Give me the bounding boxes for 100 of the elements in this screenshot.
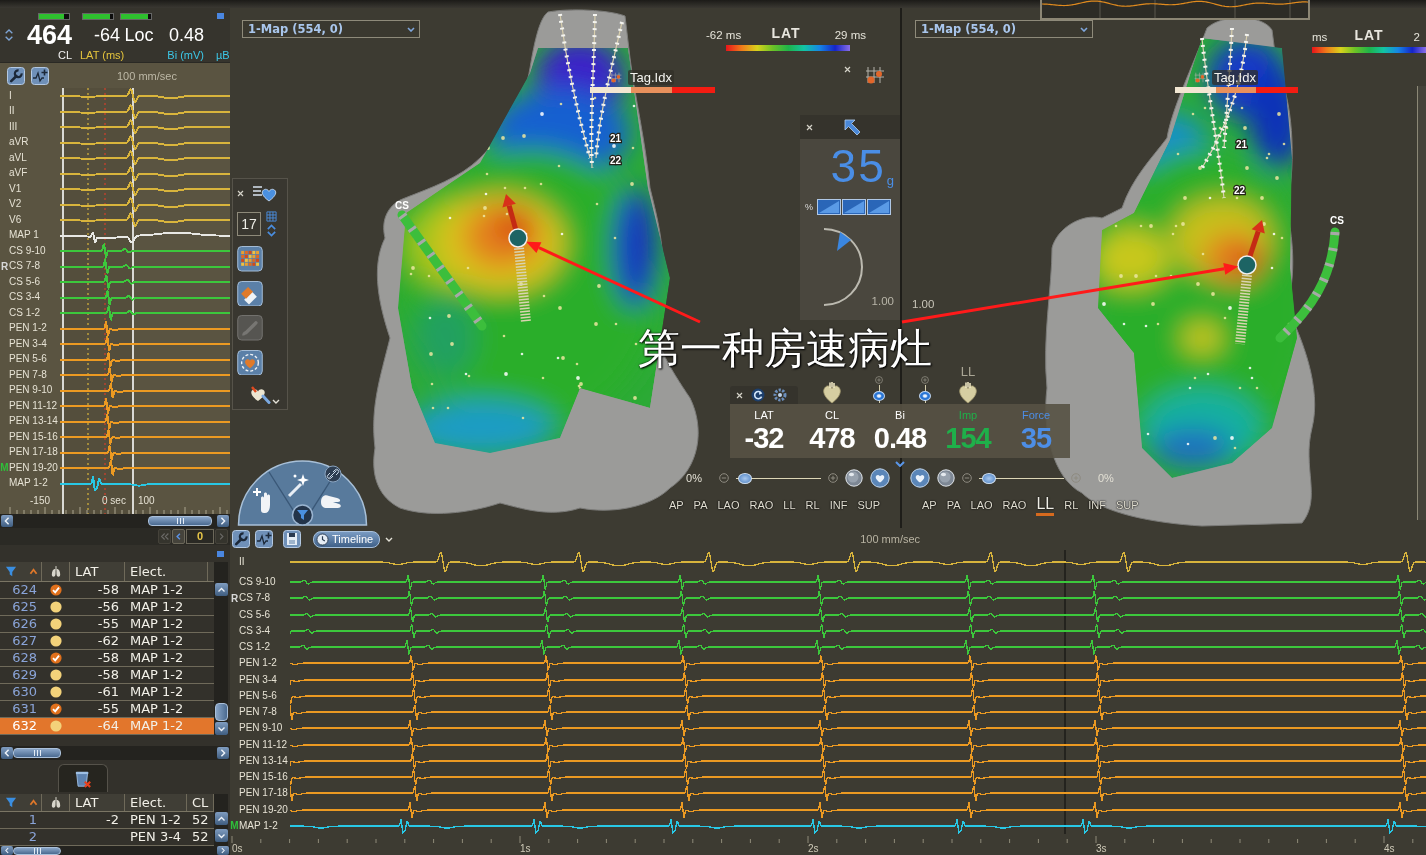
heart-target-icon[interactable] [237, 349, 263, 375]
pager-button[interactable] [172, 529, 185, 544]
scroll-right-button[interactable] [217, 846, 229, 855]
grid-icon[interactable] [266, 211, 277, 222]
slider-thumb[interactable] [873, 391, 885, 402]
scrollbar-thumb[interactable] [13, 748, 61, 758]
scroll-down-button[interactable] [215, 829, 228, 842]
scroll-up-button[interactable] [215, 583, 228, 596]
link-icon[interactable] [324, 465, 342, 483]
delete-button[interactable] [58, 764, 108, 792]
spinner-icon[interactable] [4, 27, 14, 43]
depth-slider[interactable] [919, 385, 931, 403]
page-field[interactable]: 0 [186, 529, 214, 544]
zoom-out-icon[interactable] [719, 473, 729, 483]
sort-icon[interactable] [29, 568, 38, 575]
square-icon[interactable] [217, 550, 224, 557]
column-header[interactable]: LAT [70, 562, 125, 581]
close-icon[interactable] [736, 391, 743, 399]
expand-caret-icon[interactable] [895, 461, 905, 467]
view-button[interactable]: LL [783, 499, 796, 516]
scrollbar-thumb[interactable] [13, 846, 61, 855]
channel-label: CS 5-6 [9, 275, 41, 288]
column-header[interactable]: LAT [70, 794, 125, 811]
heart-circle-icon[interactable] [870, 468, 890, 488]
gear-icon[interactable] [773, 388, 787, 402]
slider-thumb[interactable] [982, 472, 997, 484]
table-row[interactable]: 1 -2 PEN 1-2 52 [0, 812, 214, 829]
column-header[interactable]: Elect. [125, 794, 187, 811]
view-button[interactable]: RL [1064, 499, 1079, 516]
view-button[interactable]: INF [829, 499, 848, 516]
hand-icon[interactable] [321, 495, 341, 508]
scroll-left-button[interactable] [1, 515, 13, 527]
depth-slider[interactable] [873, 385, 885, 403]
save-icon[interactable] [283, 530, 301, 548]
add-signal-icon[interactable] [255, 530, 273, 548]
slider-thumb[interactable] [737, 472, 752, 484]
filter-icon[interactable] [5, 566, 17, 577]
chevron-up-icon [217, 585, 226, 594]
scroll-right-button[interactable] [217, 515, 229, 527]
scroll-right-button[interactable] [217, 747, 229, 759]
heart-circle-icon[interactable] [910, 468, 930, 488]
view-button[interactable]: PA [946, 499, 961, 516]
table-row[interactable]: 624 -58 MAP 1-2 [0, 582, 214, 599]
map-selector[interactable]: 1-Map (554, 0) [242, 20, 420, 38]
scroll-up-button[interactable] [215, 812, 228, 825]
dropdown-caret-icon[interactable] [407, 26, 415, 32]
spinner-icon[interactable] [266, 224, 277, 237]
view-button[interactable]: AP [668, 499, 684, 516]
scroll-left-button[interactable] [1, 747, 13, 759]
view-button[interactable]: PA [693, 499, 708, 516]
scrollbar-thumb[interactable] [215, 703, 228, 721]
view-button[interactable]: AP [922, 499, 937, 516]
sort-icon[interactable] [29, 799, 38, 806]
view-button[interactable]: LAO [717, 499, 740, 516]
sphere-icon[interactable] [845, 469, 863, 487]
filter-icon[interactable] [291, 504, 314, 526]
sphere-icon[interactable] [937, 469, 955, 487]
table-row[interactable]: 629 -58 MAP 1-2 [0, 667, 214, 684]
eraser-icon[interactable] [237, 280, 263, 306]
scrollbar-thumb[interactable] [148, 516, 212, 526]
table-row[interactable]: 630 -61 MAP 1-2 [0, 684, 214, 701]
number-field[interactable]: 17 [237, 212, 261, 236]
close-icon[interactable] [844, 66, 851, 73]
view-button[interactable]: INF [1088, 499, 1106, 516]
view-button[interactable]: LL [1036, 496, 1055, 516]
table-row[interactable]: 627 -62 MAP 1-2 [0, 633, 214, 650]
cursor-arrow-icon[interactable] [843, 118, 861, 136]
wrench-icon[interactable] [7, 66, 25, 85]
slider-thumb[interactable] [919, 391, 931, 402]
add-signal-icon[interactable] [31, 66, 49, 85]
refresh-icon[interactable] [751, 388, 765, 402]
tag-points-icon[interactable] [865, 66, 885, 84]
hand-plus-icon[interactable] [252, 487, 270, 513]
scroll-down-button[interactable] [215, 722, 228, 735]
view-button[interactable]: SUP [857, 499, 880, 516]
view-button[interactable]: LAO [970, 499, 993, 516]
channel-label: PEN 13-14 [9, 415, 58, 428]
heatmap-grid-icon[interactable] [237, 246, 263, 272]
map-selector[interactable]: 1-Map (554, 0) [915, 20, 1093, 38]
timeline-button[interactable]: Timeline [313, 530, 381, 548]
heart-list-icon[interactable] [252, 184, 278, 202]
filter-icon[interactable] [5, 797, 17, 808]
wand-icon[interactable] [287, 474, 309, 498]
scroll-left-button[interactable] [1, 846, 13, 855]
column-header[interactable]: Elect. [125, 562, 208, 581]
zoom-out-icon[interactable] [962, 473, 972, 483]
table-row[interactable]: 628 -58 MAP 1-2 [0, 650, 214, 667]
caret-icon[interactable] [272, 399, 280, 404]
zoom-in-icon[interactable] [828, 473, 838, 483]
table-row[interactable]: 626 -55 MAP 1-2 [0, 616, 214, 633]
view-button[interactable]: RL [805, 499, 820, 516]
view-button[interactable]: RAO [1002, 499, 1027, 516]
close-icon[interactable] [237, 189, 244, 197]
wrench-icon[interactable] [232, 530, 250, 548]
close-icon[interactable] [806, 123, 813, 131]
reading-value: 478 [809, 422, 855, 454]
dropdown-caret-icon[interactable] [1080, 26, 1088, 32]
view-button[interactable]: RAO [749, 499, 774, 516]
table-row[interactable]: 625 -56 MAP 1-2 [0, 599, 214, 616]
heart-wrench-icon[interactable] [249, 384, 271, 404]
